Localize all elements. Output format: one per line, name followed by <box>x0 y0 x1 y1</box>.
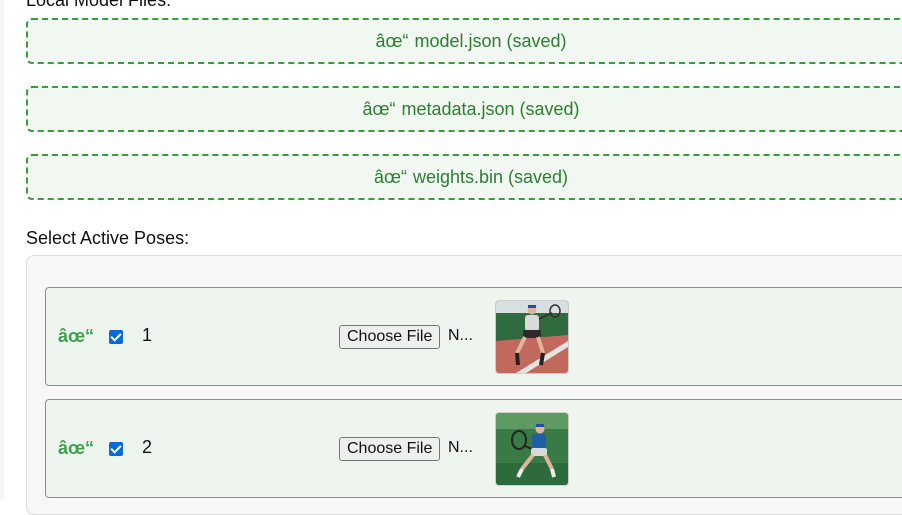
pose-1-thumbnail <box>495 300 569 374</box>
file-name: model.json (saved) <box>414 30 567 51</box>
pose-status-check-icon: âœ“ <box>58 326 94 346</box>
pose-status-check-icon: âœ“ <box>58 438 94 458</box>
weights-file-saved-box: âœ“ weights.bin (saved) <box>26 154 902 200</box>
local-model-files-label: Local Model Files: <box>26 0 172 10</box>
pose-row-2: âœ“ 2 Choose File N... <box>45 399 902 498</box>
choose-file-button[interactable]: Choose File <box>339 325 441 349</box>
pose-2-thumbnail <box>495 412 569 486</box>
metadata-file-saved-box: âœ“ metadata.json (saved) <box>26 86 902 132</box>
model-file-saved-box: âœ“ model.json (saved) <box>26 18 902 64</box>
file-name: weights.bin (saved) <box>412 166 569 187</box>
file-name: metadata.json (saved) <box>401 98 580 119</box>
check-icon: âœ“ <box>375 30 409 51</box>
pose-row-1: âœ“ 1 Choose File N... <box>45 287 902 386</box>
check-icon: âœ“ <box>373 166 407 187</box>
pose-2-checkbox[interactable] <box>109 442 123 456</box>
file-status-text: N... <box>448 327 473 344</box>
pose-1-checkbox[interactable] <box>109 330 123 344</box>
file-status-text: N... <box>448 439 473 456</box>
pose-number: 1 <box>142 325 153 345</box>
select-active-poses-label: Select Active Poses: <box>26 228 190 248</box>
check-icon: âœ“ <box>362 98 396 119</box>
page-edge <box>0 0 4 499</box>
pose-number: 2 <box>142 437 153 457</box>
choose-file-button[interactable]: Choose File <box>339 437 441 461</box>
